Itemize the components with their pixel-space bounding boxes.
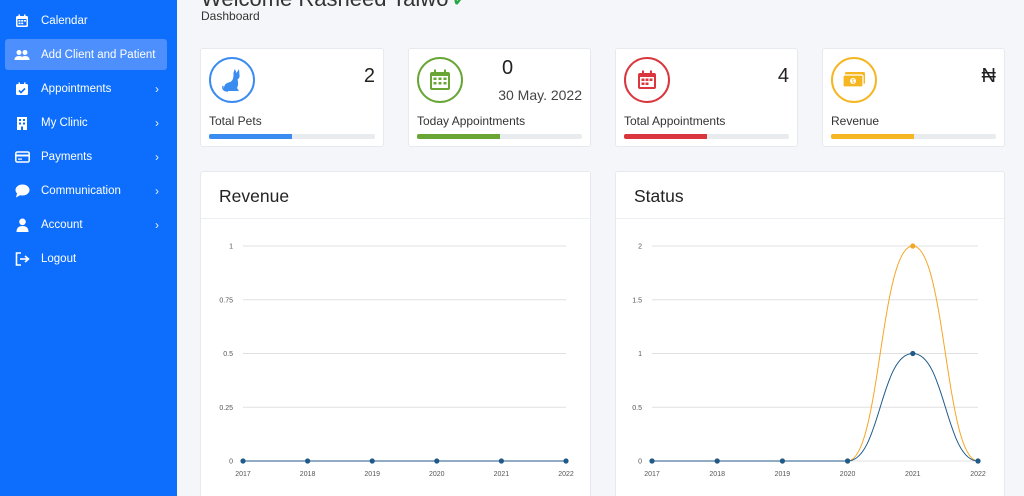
x-tick-label: 2018 xyxy=(709,471,725,478)
sidebar-item-add-client-and-patient[interactable]: Add Client and Patient xyxy=(5,39,167,70)
calendar-icon xyxy=(624,57,670,103)
y-tick-label: 1 xyxy=(229,244,233,251)
stat-card-total-pets: 2 Total Pets xyxy=(200,48,384,147)
progress-fill xyxy=(209,134,292,139)
sidebar-item-my-clinic[interactable]: My Clinic › xyxy=(5,107,167,138)
data-point xyxy=(845,458,851,464)
sidebar-item-label: Add Client and Patient xyxy=(41,48,156,61)
y-tick-label: 1.5 xyxy=(632,297,642,304)
x-tick-label: 2020 xyxy=(429,471,445,478)
sidebar-item-calendar[interactable]: Calendar xyxy=(5,5,167,36)
sidebar-item-logout[interactable]: Logout xyxy=(5,243,167,274)
users-icon xyxy=(14,47,30,63)
stat-label: Total Appointments xyxy=(624,114,726,128)
status-chart-card: Status 2 1.5 1 0.5 0 2017 2018 2019 2020 2021 2022 xyxy=(615,171,1005,496)
stat-value-currency: ₦ xyxy=(981,65,996,87)
progress-bar xyxy=(209,134,375,139)
sidebar-item-account[interactable]: Account › xyxy=(5,209,167,240)
y-tick-label: 0 xyxy=(638,459,642,466)
stat-label: Total Pets xyxy=(209,114,262,128)
progress-bar xyxy=(624,134,789,139)
stat-label: Today Appointments xyxy=(417,114,526,128)
stat-card-total-appointments: 4 Total Appointments xyxy=(615,48,798,147)
x-tick-label: 2017 xyxy=(644,471,660,478)
main-content: Welcome Rasheed Taiwo✔ Dashboard 2 Total… xyxy=(177,0,1024,496)
chevron-right-icon: › xyxy=(155,183,159,198)
x-tick-label: 2022 xyxy=(558,471,574,478)
stat-date: 30 May. 2022 xyxy=(498,87,582,103)
stat-card-today-appointments: 0 30 May. 2022 Today Appointments xyxy=(408,48,591,147)
calendar-check-icon xyxy=(14,81,30,97)
y-tick-label: 0.5 xyxy=(632,405,642,412)
chat-icon xyxy=(14,183,30,199)
chevron-right-icon: › xyxy=(155,81,159,96)
building-icon xyxy=(14,115,30,131)
sidebar-item-communication[interactable]: Communication › xyxy=(5,175,167,206)
x-tick-label: 2021 xyxy=(905,471,921,478)
stat-label: Revenue xyxy=(831,114,880,128)
sidebar-item-label: Appointments xyxy=(41,82,112,95)
data-point xyxy=(369,458,375,464)
y-tick-label: 0.25 xyxy=(219,405,233,412)
sidebar-item-appointments[interactable]: Appointments › xyxy=(5,73,167,104)
stat-value: 2 xyxy=(363,65,375,87)
data-point xyxy=(563,458,569,464)
y-tick-label: 1 xyxy=(638,351,642,358)
x-tick-label: 2019 xyxy=(364,471,380,478)
sidebar-item-label: Communication xyxy=(41,184,121,197)
y-tick-label: 0.75 xyxy=(219,297,233,304)
y-tick-label: 0 xyxy=(229,459,233,466)
x-tick-label: 2020 xyxy=(840,471,856,478)
data-point xyxy=(910,350,916,357)
progress-fill xyxy=(417,134,500,139)
credit-card-icon xyxy=(14,149,30,165)
progress-fill xyxy=(831,134,914,139)
chevron-right-icon: › xyxy=(155,149,159,164)
verified-check-icon: ✔ xyxy=(452,0,467,10)
x-tick-label: 2018 xyxy=(300,471,316,478)
x-tick-label: 2021 xyxy=(494,471,510,478)
stat-value: 0 xyxy=(502,57,514,79)
stat-value: 4 xyxy=(777,65,789,87)
svg-text:$: $ xyxy=(852,79,855,85)
revenue-line-chart: 1 0.75 0.5 0.25 02017 2018 2019 2020 2021 2022 xyxy=(219,244,574,479)
data-point xyxy=(498,458,504,464)
breadcrumb: Dashboard xyxy=(201,9,260,23)
user-icon xyxy=(14,217,30,233)
data-point xyxy=(975,458,981,464)
progress-bar xyxy=(417,134,582,139)
progress-bar xyxy=(831,134,996,139)
sidebar-item-label: Account xyxy=(41,218,83,231)
data-point xyxy=(305,458,311,464)
calendar-grid-icon xyxy=(417,57,463,103)
data-point xyxy=(910,243,916,249)
sidebar-item-label: My Clinic xyxy=(41,116,88,129)
money-icon: $ xyxy=(831,57,877,103)
sidebar: Calendar Add Client and Patient Appointm… xyxy=(0,0,177,496)
x-tick-label: 2022 xyxy=(970,471,986,478)
status-line-chart: 2 1.5 1 0.5 02017 2018 2019 2020 2021 2022 xyxy=(632,243,986,478)
chevron-right-icon: › xyxy=(155,115,159,130)
sidebar-item-label: Logout xyxy=(41,252,77,265)
data-point xyxy=(779,458,785,464)
progress-fill xyxy=(624,134,707,139)
calendar-icon xyxy=(14,13,30,29)
data-point xyxy=(649,458,655,464)
data-point xyxy=(714,458,720,464)
data-point xyxy=(240,458,246,464)
sidebar-item-label: Calendar xyxy=(41,14,88,27)
sidebar-item-payments[interactable]: Payments › xyxy=(5,141,167,172)
data-point xyxy=(434,458,440,464)
x-tick-label: 2019 xyxy=(775,471,791,478)
y-tick-label: 0.5 xyxy=(223,351,233,358)
stat-card-revenue: $ ₦ Revenue xyxy=(822,48,1005,147)
sidebar-item-label: Payments xyxy=(41,150,93,163)
chevron-right-icon: › xyxy=(155,217,159,232)
logout-icon xyxy=(14,251,30,267)
y-tick-label: 2 xyxy=(638,244,642,251)
x-tick-label: 2017 xyxy=(235,471,251,478)
cat-icon xyxy=(209,57,255,103)
revenue-chart-card: Revenue 1 0.75 0.5 0.25 0 2017 2018 2019 2020 202… xyxy=(200,171,591,496)
